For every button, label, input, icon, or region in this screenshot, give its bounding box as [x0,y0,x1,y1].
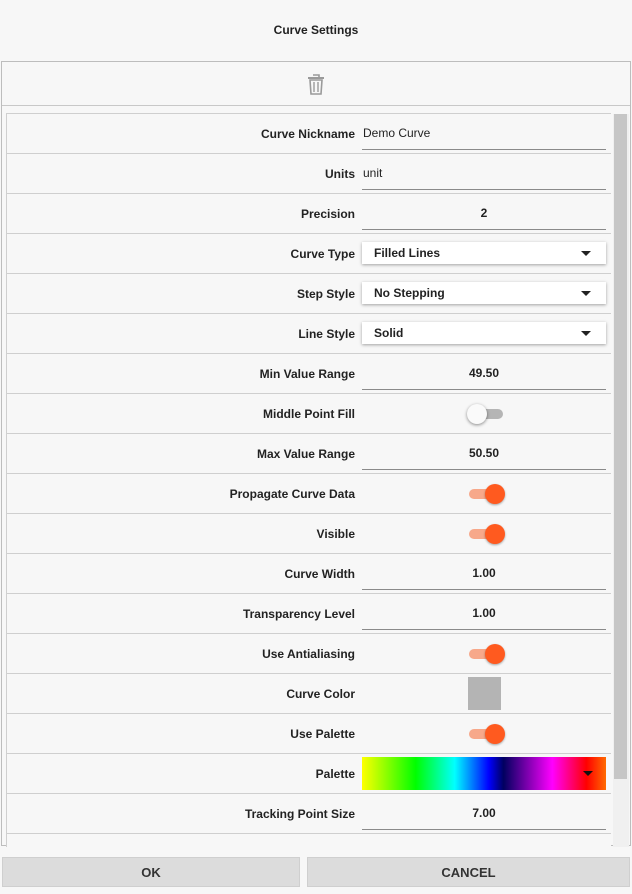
row-partial [7,834,611,847]
row-use-palette: Use Palette [7,714,611,754]
curve-nickname-label: Curve Nickname [260,127,355,141]
use-antialiasing-toggle[interactable] [467,644,505,664]
tracking-point-size-label: Tracking Point Size [244,807,355,821]
row-curve-width: Curve Width 1.00 [7,554,611,594]
cancel-button[interactable]: CANCEL [307,857,630,887]
transparency-level-input[interactable]: 1.00 [362,594,606,630]
caret-down-icon [583,771,593,776]
curve-width-input[interactable]: 1.00 [362,554,606,590]
vertical-scrollbar[interactable] [613,114,629,847]
toolbar [2,62,630,106]
propagate-curve-data-toggle[interactable] [467,484,505,504]
max-value-range-label: Max Value Range [256,447,355,461]
curve-type-label: Curve Type [290,247,355,261]
row-step-style: Step Style No Stepping [7,274,611,314]
curve-width-label: Curve Width [284,567,355,581]
step-style-label: Step Style [296,287,355,301]
row-visible: Visible [7,514,611,554]
palette-select[interactable] [362,757,606,790]
visible-toggle[interactable] [467,524,505,544]
middle-point-fill-label: Middle Point Fill [263,407,355,421]
row-line-style: Line Style Solid [7,314,611,354]
use-palette-toggle[interactable] [467,724,505,744]
row-use-antialiasing: Use Antialiasing [7,634,611,674]
step-style-value: No Stepping [374,286,445,300]
visible-label: Visible [316,527,355,541]
propagate-curve-data-label: Propagate Curve Data [229,487,355,501]
row-curve-type: Curve Type Filled Lines [7,234,611,274]
toggle-knob [485,724,505,744]
caret-down-icon [581,331,591,336]
min-value-range-label: Min Value Range [259,367,355,381]
use-antialiasing-label: Use Antialiasing [262,647,355,661]
ok-button[interactable]: OK [2,857,300,887]
row-palette: Palette [7,754,611,794]
caret-down-icon [581,291,591,296]
row-transparency-level: Transparency Level 1.00 [7,594,611,634]
max-value-range-input[interactable]: 50.50 [362,434,606,470]
row-middle-point-fill: Middle Point Fill [7,394,611,434]
curve-color-label: Curve Color [286,687,355,701]
transparency-level-label: Transparency Level [242,607,355,621]
precision-input[interactable]: 2 [362,194,606,230]
trash-icon[interactable] [306,72,326,96]
row-curve-color: Curve Color [7,674,611,714]
settings-panel: Curve Nickname Demo Curve Units unit Pre… [1,61,631,847]
settings-list: Curve Nickname Demo Curve Units unit Pre… [6,113,611,847]
line-style-label: Line Style [298,327,355,341]
row-max-value-range: Max Value Range 50.50 [7,434,611,474]
line-style-value: Solid [374,326,404,340]
curve-type-select[interactable]: Filled Lines [362,242,606,264]
middle-point-fill-toggle[interactable] [467,404,505,424]
row-curve-nickname: Curve Nickname Demo Curve [7,114,611,154]
palette-label: Palette [315,767,355,781]
toggle-knob [485,524,505,544]
toggle-knob [485,484,505,504]
units-input[interactable]: unit [362,154,606,190]
dialog-title: Curve Settings [273,23,359,37]
scrollbar-thumb[interactable] [614,114,627,779]
curve-type-value: Filled Lines [374,246,441,260]
toggle-knob [467,404,487,424]
line-style-select[interactable]: Solid [362,322,606,344]
min-value-range-input[interactable]: 49.50 [362,354,606,390]
row-precision: Precision 2 [7,194,611,234]
use-palette-label: Use Palette [290,727,355,741]
row-tracking-point-size: Tracking Point Size 7.00 [7,794,611,834]
precision-label: Precision [300,207,355,221]
row-min-value-range: Min Value Range 49.50 [7,354,611,394]
toggle-knob [485,644,505,664]
row-units: Units unit [7,154,611,194]
units-label: Units [325,167,355,181]
curve-color-swatch[interactable] [468,677,501,710]
step-style-select[interactable]: No Stepping [362,282,606,304]
curve-nickname-input[interactable]: Demo Curve [362,114,606,150]
caret-down-icon [581,251,591,256]
tracking-point-size-input[interactable]: 7.00 [362,794,606,830]
row-propagate-curve-data: Propagate Curve Data [7,474,611,514]
